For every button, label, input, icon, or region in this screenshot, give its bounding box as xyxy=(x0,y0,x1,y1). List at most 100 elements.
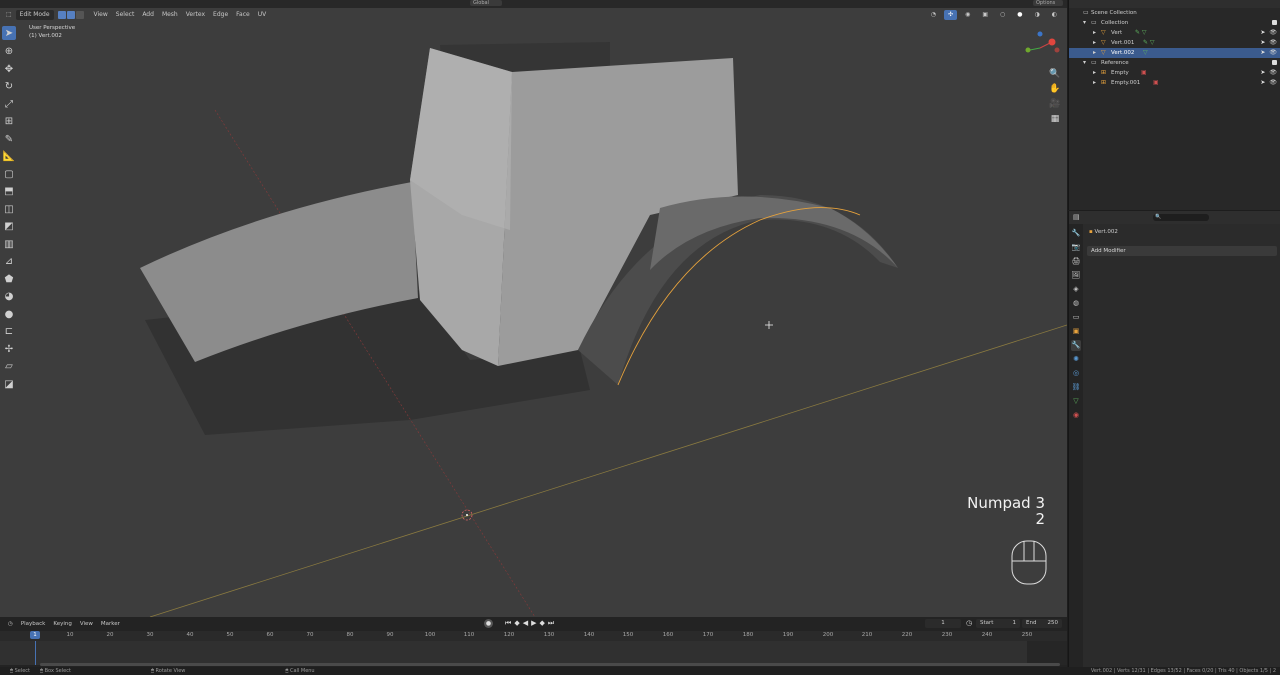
menu-timeline-view[interactable]: View xyxy=(76,619,97,629)
data-tab-icon[interactable]: ▽ xyxy=(1071,396,1081,407)
tool-tab-icon[interactable]: 🔧 xyxy=(1071,228,1081,239)
output-tab-icon[interactable]: 🖨 xyxy=(1071,256,1081,267)
zoom-icon[interactable]: 🔍 xyxy=(1049,68,1062,81)
rotate-tool-icon[interactable]: ↻ xyxy=(2,78,16,96)
object-tab-icon[interactable]: ▣ xyxy=(1071,326,1081,337)
constraints-tab-icon[interactable]: ⛓ xyxy=(1071,382,1081,393)
visibility-eye-icon[interactable]: 👁 xyxy=(1269,68,1277,78)
measure-tool-icon[interactable]: 📐 xyxy=(2,148,16,166)
pan-hand-icon[interactable]: ✋ xyxy=(1049,83,1062,96)
xray-toggle-icon[interactable]: ▣ xyxy=(978,10,992,20)
rendered-shading-icon[interactable]: ◐ xyxy=(1048,10,1061,20)
auto-key-record-button[interactable]: ● xyxy=(484,619,493,628)
end-frame-field[interactable]: End 250 xyxy=(1022,619,1062,628)
jump-start-icon[interactable]: ⏮ xyxy=(505,619,511,628)
exclude-checkbox[interactable] xyxy=(1272,60,1277,65)
current-frame-field[interactable]: 1 xyxy=(925,619,961,628)
expand-arrow-icon[interactable]: ▸ xyxy=(1093,38,1096,48)
expand-arrow-icon[interactable]: ▸ xyxy=(1093,78,1096,88)
3d-viewport[interactable]: Global Options ⬚ Edit Mode View Select A… xyxy=(0,0,1067,617)
menu-select[interactable]: Select xyxy=(112,10,139,20)
select-mode-buttons[interactable] xyxy=(57,10,84,19)
mode-dropdown[interactable]: Edit Mode xyxy=(15,9,54,20)
outliner-row-vert[interactable]: ▸ ▽ Vert ✎ ▽ ➤ 👁 xyxy=(1069,28,1280,38)
world-tab-icon[interactable]: ◍ xyxy=(1071,298,1081,309)
navigation-gizmo[interactable] xyxy=(1025,31,1060,53)
viewport-scene[interactable] xyxy=(0,0,1067,617)
expand-arrow-icon[interactable]: ▸ xyxy=(1093,48,1096,58)
scale-tool-icon[interactable]: ⤢ xyxy=(2,96,16,114)
bevel-tool-icon[interactable]: ◩ xyxy=(2,218,16,236)
play-icon[interactable]: ▶ xyxy=(531,619,536,628)
expand-arrow-icon[interactable]: ▾ xyxy=(1083,18,1086,28)
menu-keying[interactable]: Keying xyxy=(49,619,75,629)
options-dropdown[interactable]: Options xyxy=(1033,0,1063,6)
jump-end-icon[interactable]: ⏭ xyxy=(548,619,554,628)
material-tab-icon[interactable]: ◉ xyxy=(1071,410,1081,421)
menu-marker[interactable]: Marker xyxy=(97,619,124,629)
timeline-scrollbar[interactable] xyxy=(40,663,1060,666)
annotate-tool-icon[interactable]: ✎ xyxy=(2,131,16,149)
cursor-tool-icon[interactable]: ⊕ xyxy=(2,43,16,61)
outliner-row-empty[interactable]: ▸ ⊞ Empty ▣ ➤ 👁 xyxy=(1069,68,1280,78)
menu-view[interactable]: View xyxy=(90,10,112,20)
visibility-eye-icon[interactable]: 👁 xyxy=(1269,48,1277,58)
outliner-row-empty-001[interactable]: ▸ ⊞ Empty.001 ▣ ➤ 👁 xyxy=(1069,78,1280,88)
vertex-select-icon[interactable] xyxy=(57,10,66,19)
editor-type-icon[interactable]: ⬚ xyxy=(2,10,16,20)
view-layer-tab-icon[interactable]: 🖼 xyxy=(1071,270,1081,281)
menu-uv[interactable]: UV xyxy=(254,10,271,20)
start-frame-field[interactable]: Start 1 xyxy=(976,619,1020,628)
move-tool-icon[interactable]: ✥ xyxy=(2,61,16,79)
next-keyframe-icon[interactable]: ◆ xyxy=(539,619,544,628)
outliner-row-vert-002[interactable]: ▸ ▽ Vert.002 ▽ ➤ 👁 xyxy=(1069,48,1280,58)
expand-arrow-icon[interactable]: ▸ xyxy=(1093,68,1096,78)
face-select-icon[interactable] xyxy=(75,10,84,19)
rip-tool-icon[interactable]: ◪ xyxy=(2,376,16,394)
preview-range-icon[interactable]: ◷ xyxy=(966,619,972,627)
render-tab-icon[interactable]: 📷 xyxy=(1071,242,1081,253)
outliner-row-vert-001[interactable]: ▸ ▽ Vert.001 ✎ ▽ ➤ 👁 xyxy=(1069,38,1280,48)
loop-cut-tool-icon[interactable]: ▥ xyxy=(2,236,16,254)
select-toggle-icon[interactable]: ➤ xyxy=(1260,38,1265,48)
smooth-tool-icon[interactable]: ● xyxy=(2,306,16,324)
visibility-eye-icon[interactable]: 👁 xyxy=(1269,38,1277,48)
transform-tool-icon[interactable]: ⊞ xyxy=(2,113,16,131)
visibility-eye-icon[interactable]: 👁 xyxy=(1269,28,1277,38)
play-reverse-icon[interactable]: ◀ xyxy=(523,619,528,628)
poly-build-tool-icon[interactable]: ⬟ xyxy=(2,271,16,289)
gizmo-toggle-icon[interactable]: ✣ xyxy=(944,9,958,20)
menu-face[interactable]: Face xyxy=(232,10,254,20)
add-modifier-button[interactable]: Add Modifier xyxy=(1087,246,1277,256)
spin-tool-icon[interactable]: ◕ xyxy=(2,288,16,306)
playhead[interactable]: 1 xyxy=(30,631,40,639)
expand-arrow-icon[interactable]: ▾ xyxy=(1083,58,1086,68)
timeline-editor-type-icon[interactable]: ◷ xyxy=(4,619,17,629)
menu-mesh[interactable]: Mesh xyxy=(158,10,182,20)
shear-tool-icon[interactable]: ▱ xyxy=(2,358,16,376)
inset-tool-icon[interactable]: ◫ xyxy=(2,201,16,219)
grid-projection-icon[interactable]: ▦ xyxy=(1049,113,1062,126)
visibility-icon[interactable]: ◔ xyxy=(927,10,940,20)
edge-slide-tool-icon[interactable]: ⊏ xyxy=(2,323,16,341)
expand-arrow-icon[interactable]: ▸ xyxy=(1093,28,1096,38)
select-toggle-icon[interactable]: ➤ xyxy=(1260,78,1265,88)
shrink-fatten-tool-icon[interactable]: ✢ xyxy=(2,341,16,359)
collection-tab-icon[interactable]: ▭ xyxy=(1071,312,1081,323)
particles-tab-icon[interactable]: ✺ xyxy=(1071,354,1081,365)
overlay-toggle-icon[interactable]: ◉ xyxy=(961,10,974,20)
exclude-checkbox[interactable] xyxy=(1272,20,1277,25)
extrude-tool-icon[interactable]: ⬒ xyxy=(2,183,16,201)
menu-add[interactable]: Add xyxy=(138,10,158,20)
select-toggle-icon[interactable]: ➤ xyxy=(1260,68,1265,78)
solid-shading-icon[interactable]: ● xyxy=(1013,10,1026,20)
menu-vertex[interactable]: Vertex xyxy=(182,10,209,20)
outliner-row-scene-collection[interactable]: ▭ Scene Collection xyxy=(1069,8,1280,18)
material-shading-icon[interactable]: ◑ xyxy=(1031,10,1044,20)
add-cube-tool-icon[interactable]: ▢ xyxy=(2,166,16,184)
outliner-row-collection[interactable]: ▾ ▭ Collection xyxy=(1069,18,1280,28)
properties-search-input[interactable]: 🔍 xyxy=(1153,214,1209,221)
camera-view-icon[interactable]: 🎥 xyxy=(1049,98,1062,111)
visibility-eye-icon[interactable]: 👁 xyxy=(1269,78,1277,88)
keyframe-area[interactable] xyxy=(0,641,1067,665)
